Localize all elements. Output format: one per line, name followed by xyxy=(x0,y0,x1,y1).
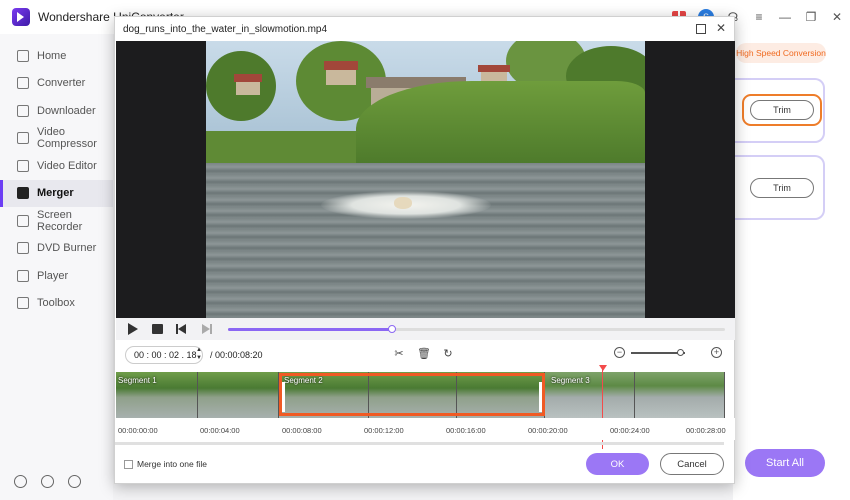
restore-icon[interactable]: ❐ xyxy=(804,10,818,24)
segment-start-handle[interactable] xyxy=(282,382,285,412)
sidebar-item-label: Screen Recorder xyxy=(37,208,83,233)
ruler-tick-label: 00:00:08:00 xyxy=(282,426,322,435)
ruler-tick-label: 00:00:00:00 xyxy=(118,426,158,435)
sidebar-item-label: Converter xyxy=(37,77,86,90)
sidebar-item-label: Video Editor xyxy=(37,159,97,172)
segment-label: Segment 3 xyxy=(551,376,590,385)
dialog-window-controls: ✕ xyxy=(695,21,726,35)
trim-dialog: dog_runs_into_the_water_in_slowmotion.mp… xyxy=(114,16,735,484)
video-preview[interactable] xyxy=(116,41,735,318)
ruler-tick-label: 00:00:24:00 xyxy=(610,426,650,435)
ruler-tick-label: 00:00:12:00 xyxy=(364,426,404,435)
sidebar-item-screen-recorder[interactable]: Screen Recorder xyxy=(0,207,113,235)
app-logo-icon xyxy=(12,8,30,26)
trim-button[interactable]: Trim xyxy=(750,100,814,120)
progress-track[interactable] xyxy=(228,325,725,333)
ruler-tick-label: 00:00:20:00 xyxy=(528,426,568,435)
trim-button[interactable]: Trim xyxy=(750,178,814,198)
minimize-icon[interactable]: — xyxy=(778,10,792,24)
total-duration: / 00:00:08:20 xyxy=(210,350,263,360)
timeline-strip[interactable]: Segment 1 Segment 2 Segment 3 xyxy=(116,372,725,418)
playhead-marker-icon[interactable] xyxy=(599,365,607,371)
downloader-icon xyxy=(17,104,29,117)
sidebar-item-video-editor[interactable]: Video Editor xyxy=(0,152,113,180)
start-all-button[interactable]: Start All xyxy=(745,449,825,477)
sidebar-item-label: DVD Burner xyxy=(37,242,97,255)
merge-checkbox-label: Merge into one file xyxy=(137,459,207,469)
home-icon xyxy=(17,49,29,62)
delete-icon[interactable]: 🗑 xyxy=(417,348,431,360)
segment-label: Segment 1 xyxy=(118,376,157,385)
selected-segment[interactable] xyxy=(279,373,545,416)
dog xyxy=(394,197,412,209)
play-frame-icon[interactable] xyxy=(152,323,164,335)
toolbox-icon xyxy=(17,297,29,310)
ok-button[interactable]: OK xyxy=(586,453,649,475)
ruler-tick-label: 00:00:16:00 xyxy=(446,426,486,435)
cancel-button[interactable]: Cancel xyxy=(660,453,724,475)
progress-handle[interactable] xyxy=(388,325,396,333)
zoom-handle[interactable] xyxy=(676,349,684,356)
sidebar-item-downloader[interactable]: Downloader xyxy=(0,97,113,125)
zoom-in-icon[interactable]: + xyxy=(711,347,722,358)
segment-end-handle[interactable] xyxy=(539,382,542,412)
recorder-icon xyxy=(17,214,29,227)
sidebar-item-video-compressor[interactable]: Video Compressor xyxy=(0,125,113,153)
sidebar-item-label: Video Compressor xyxy=(37,126,97,151)
sidebar-item-label: Toolbox xyxy=(37,297,75,310)
timeline-scrollbar[interactable] xyxy=(115,442,724,445)
sidebar-item-merger[interactable]: Merger xyxy=(0,179,113,207)
help-icon[interactable] xyxy=(14,475,27,488)
sidebar-item-label: Merger xyxy=(37,187,74,200)
playback-controls xyxy=(116,318,735,340)
dialog-footer: Merge into one file OK Cancel xyxy=(115,447,734,483)
sidebar-footer xyxy=(14,475,81,488)
sidebar-item-dvd-burner[interactable]: DVD Burner xyxy=(0,235,113,263)
converter-icon xyxy=(17,77,29,90)
disc-icon xyxy=(17,242,29,255)
scissors-icon xyxy=(17,159,29,172)
sidebar-item-label: Home xyxy=(37,49,67,62)
compressor-icon xyxy=(17,132,29,145)
player-icon xyxy=(17,269,29,282)
time-ruler: 00:00:00:00 00:00:04:00 00:00:08:00 00:0… xyxy=(116,418,735,440)
rotate-icon[interactable]: ↻ xyxy=(442,348,454,360)
menu-icon[interactable]: ≡ xyxy=(752,10,766,24)
sidebar-item-home[interactable]: Home xyxy=(0,42,113,70)
merge-checkbox[interactable] xyxy=(124,460,133,469)
time-stepper[interactable]: ▲ ▼ xyxy=(196,346,202,362)
merger-icon xyxy=(17,187,29,200)
dialog-title: dog_runs_into_the_water_in_slowmotion.mp… xyxy=(123,24,328,35)
progress-fill xyxy=(228,328,392,331)
sidebar-item-label: Downloader xyxy=(37,104,96,117)
feedback-icon[interactable] xyxy=(68,475,81,488)
close-icon[interactable]: ✕ xyxy=(830,10,844,24)
previous-frame-icon[interactable] xyxy=(176,323,188,335)
zoom-slider[interactable] xyxy=(631,349,685,356)
time-toolbar: 00 : 00 : 02 . 18 ▲ ▼ / 00:00:08:20 ✂ 🗑 ↻… xyxy=(116,341,735,371)
sidebar: Home Converter Downloader Video Compress… xyxy=(0,34,113,500)
ruler-tick-label: 00:00:28:00 xyxy=(686,426,726,435)
bell-icon[interactable] xyxy=(41,475,54,488)
sidebar-item-converter[interactable]: Converter xyxy=(0,70,113,98)
zoom-out-icon[interactable]: − xyxy=(614,347,625,358)
high-speed-conversion-badge[interactable]: High Speed Conversion xyxy=(736,43,826,63)
sidebar-item-label: Player xyxy=(37,269,69,282)
scissors-icon[interactable]: ✂ xyxy=(393,348,405,360)
maximize-icon[interactable] xyxy=(695,24,706,34)
sidebar-item-player[interactable]: Player xyxy=(0,262,113,290)
play-icon[interactable] xyxy=(128,323,140,335)
current-time-input[interactable]: 00 : 00 : 02 . 18 xyxy=(125,346,203,364)
video-frame xyxy=(206,41,645,318)
sidebar-item-toolbox[interactable]: Toolbox xyxy=(0,290,113,318)
ruler-tick-label: 00:00:04:00 xyxy=(200,426,240,435)
close-icon[interactable]: ✕ xyxy=(716,21,726,35)
next-frame-icon[interactable] xyxy=(202,323,214,335)
